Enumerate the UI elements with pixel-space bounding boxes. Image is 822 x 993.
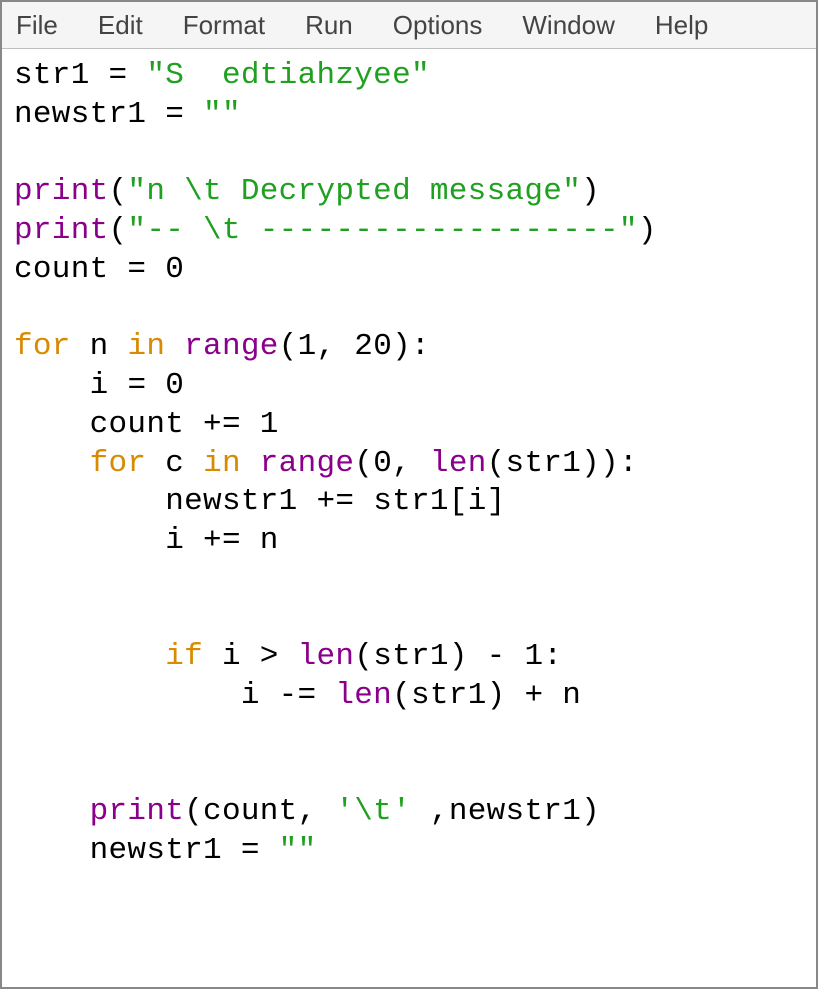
code-token: ( — [487, 446, 506, 481]
code-number: 1 — [524, 639, 543, 674]
code-token: ( — [354, 639, 373, 674]
code-token: ( — [109, 213, 128, 248]
code-number: 0 — [165, 252, 184, 287]
code-builtin: range — [260, 446, 355, 481]
code-token: count — [90, 407, 185, 442]
code-token: count — [14, 252, 109, 287]
code-token: newstr1 — [165, 484, 297, 519]
code-token: : — [543, 639, 562, 674]
code-token: = — [127, 368, 146, 403]
code-token: ( — [184, 794, 203, 829]
code-number: 1 — [260, 407, 279, 442]
code-token: str1 — [411, 678, 487, 713]
code-token: )): — [581, 446, 638, 481]
code-keyword: for — [90, 446, 147, 481]
code-token: i — [241, 678, 260, 713]
code-number: 20 — [354, 329, 392, 364]
code-keyword: if — [165, 639, 203, 674]
code-string: "" — [203, 97, 241, 132]
code-token: + — [524, 678, 543, 713]
code-builtin: print — [90, 794, 185, 829]
code-token: newstr1 — [90, 833, 222, 868]
code-string: "S edtiahzyee" — [146, 58, 430, 93]
code-string: "" — [279, 833, 317, 868]
code-token: > — [260, 639, 279, 674]
code-token: str1 — [373, 639, 449, 674]
code-number: 0 — [373, 446, 392, 481]
code-keyword: for — [14, 329, 71, 364]
code-token: newstr1 — [14, 97, 146, 132]
code-token: -= — [279, 678, 317, 713]
code-token: , — [392, 446, 411, 481]
code-token: ) — [487, 678, 506, 713]
code-builtin: print — [14, 174, 109, 209]
code-token: ) — [449, 639, 468, 674]
code-keyword: in — [127, 329, 165, 364]
menu-options[interactable]: Options — [387, 6, 489, 45]
code-token: ( — [392, 678, 411, 713]
code-builtin: len — [298, 639, 355, 674]
code-token: += — [203, 407, 241, 442]
code-token: ) — [638, 213, 657, 248]
code-token: n — [260, 523, 279, 558]
code-token: - — [487, 639, 506, 674]
code-token: ( — [279, 329, 298, 364]
code-token: n — [562, 678, 581, 713]
code-token: ( — [354, 446, 373, 481]
menu-run[interactable]: Run — [299, 6, 359, 45]
code-builtin: len — [335, 678, 392, 713]
code-token: str1 — [506, 446, 582, 481]
code-string: '\t' — [335, 794, 411, 829]
code-editor[interactable]: str1 = "S edtiahzyee" newstr1 = "" print… — [2, 49, 816, 987]
code-token: ) — [581, 174, 600, 209]
code-token: ): — [392, 329, 430, 364]
menu-file[interactable]: File — [10, 6, 64, 45]
code-number: 1 — [298, 329, 317, 364]
code-token: i — [165, 523, 184, 558]
code-token: ( — [109, 174, 128, 209]
code-builtin: print — [14, 213, 109, 248]
code-token: , — [298, 794, 317, 829]
code-token: newstr1 — [449, 794, 581, 829]
code-keyword: in — [203, 446, 241, 481]
code-string: "-- \t -------------------" — [127, 213, 637, 248]
code-token: i — [222, 639, 241, 674]
menu-window[interactable]: Window — [516, 6, 620, 45]
code-token: = — [127, 252, 146, 287]
code-token: = — [165, 97, 184, 132]
code-token: count — [203, 794, 298, 829]
code-token: c — [165, 446, 184, 481]
code-string: "n \t Decrypted message" — [127, 174, 581, 209]
code-number: 0 — [165, 368, 184, 403]
code-token: = — [241, 833, 260, 868]
code-token: = — [109, 58, 128, 93]
code-token: i — [90, 368, 109, 403]
code-token: str1[i] — [373, 484, 505, 519]
code-token: , — [430, 794, 449, 829]
menu-help[interactable]: Help — [649, 6, 714, 45]
editor-window: File Edit Format Run Options Window Help… — [0, 0, 818, 989]
code-builtin: len — [430, 446, 487, 481]
code-token: str1 — [14, 58, 90, 93]
menu-format[interactable]: Format — [177, 6, 271, 45]
menu-bar: File Edit Format Run Options Window Help — [2, 2, 816, 49]
code-token: ) — [581, 794, 600, 829]
code-token: , — [316, 329, 335, 364]
menu-edit[interactable]: Edit — [92, 6, 149, 45]
code-token: += — [203, 523, 241, 558]
code-builtin: range — [184, 329, 279, 364]
code-token: n — [90, 329, 109, 364]
code-token: += — [316, 484, 354, 519]
